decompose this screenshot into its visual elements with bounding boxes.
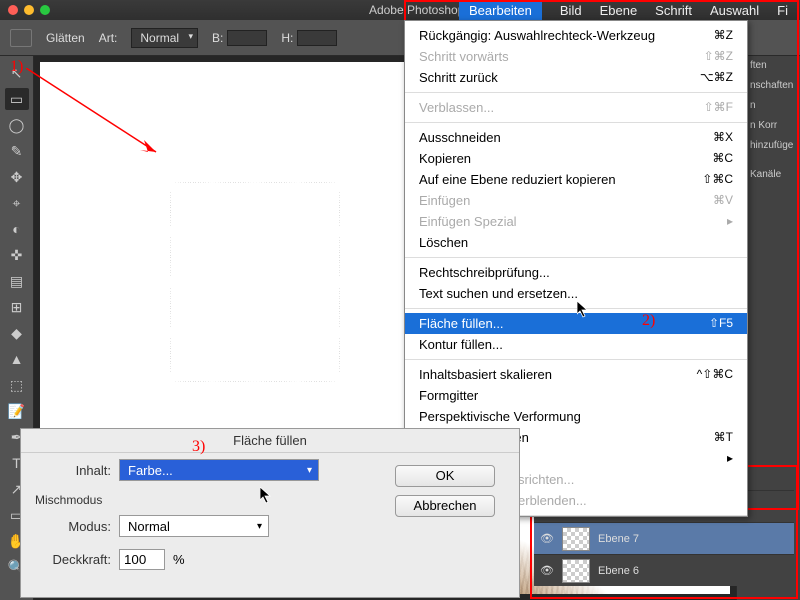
minimize-icon[interactable] <box>24 5 34 15</box>
opt-glatten[interactable]: Glätten <box>46 31 85 45</box>
tool-7[interactable]: ✜ <box>5 244 29 266</box>
menubar: Bearbeiten Bild Ebene Schrift Auswahl Fi <box>447 0 800 20</box>
inhalt-label: Inhalt: <box>31 463 111 478</box>
layer-thumb <box>562 527 590 551</box>
menu-item[interactable]: Kontur füllen... <box>405 334 747 355</box>
layer-row[interactable]: 👁 Ebene 6 <box>534 554 794 586</box>
modus-label: Modus: <box>31 519 111 534</box>
tool-9[interactable]: ⊞ <box>5 296 29 318</box>
tool-10[interactable]: ◆ <box>5 322 29 344</box>
menu-item[interactable]: Ausschneiden⌘X <box>405 127 747 148</box>
menu-item: Einfügen Spezial▸ <box>405 211 747 232</box>
tool-13[interactable]: 📝 <box>5 400 29 422</box>
panel-tab[interactable]: n Korr <box>748 116 800 135</box>
tool-1[interactable]: ▭ <box>5 88 29 110</box>
tool-8[interactable]: ▤ <box>5 270 29 292</box>
menu-item[interactable]: Auf eine Ebene reduziert kopieren⇧⌘C <box>405 169 747 190</box>
tool-4[interactable]: ✥ <box>5 166 29 188</box>
tool-11[interactable]: ▲ <box>5 348 29 370</box>
visibility-icon[interactable]: 👁 <box>540 532 554 545</box>
menu-item[interactable]: Rechtschreibprüfung... <box>405 262 747 283</box>
panel-tab[interactable]: ften <box>748 56 800 75</box>
close-icon[interactable] <box>8 5 18 15</box>
right-panel-tabs: ftennschaftennn Korrhinzufüge Kanäle <box>748 56 800 185</box>
menu-ebene[interactable]: Ebene <box>600 3 638 18</box>
layer-row[interactable]: 👁 Ebene 7 <box>534 522 794 554</box>
cursor-icon <box>260 487 274 505</box>
ok-button[interactable]: OK <box>395 465 495 487</box>
panel-tab[interactable] <box>748 156 800 164</box>
layer-name: Ebene 6 <box>598 565 639 577</box>
deckkraft-input[interactable] <box>119 549 165 570</box>
opt-h-input[interactable] <box>297 30 337 46</box>
modus-select[interactable]: Normal <box>119 515 269 537</box>
tool-5[interactable]: ⌖ <box>5 192 29 214</box>
cancel-button[interactable]: Abbrechen <box>395 495 495 517</box>
opt-art-label: Art: <box>99 31 118 45</box>
menu-schrift[interactable]: Schrift <box>655 3 692 18</box>
annotation-2: 2) <box>642 312 655 330</box>
layer-thumb <box>562 559 590 583</box>
menu-bearbeiten[interactable]: Bearbeiten <box>459 1 542 20</box>
menu-bild[interactable]: Bild <box>560 3 582 18</box>
menu-item[interactable]: Kopieren⌘C <box>405 148 747 169</box>
opt-b-label: B: <box>212 31 223 45</box>
zoom-icon[interactable] <box>40 5 50 15</box>
panel-tab[interactable]: hinzufüge <box>748 136 800 155</box>
menu-item[interactable]: Rückgängig: Auswahlrechteck-Werkzeug⌘Z <box>405 25 747 46</box>
menu-item: Verblassen...⇧⌘F <box>405 97 747 118</box>
opt-h-label: H: <box>281 31 293 45</box>
annotation-arrow-1 <box>26 68 166 158</box>
dialog-title: Fläche füllen <box>21 429 519 453</box>
deckkraft-label: Deckkraft: <box>31 552 111 567</box>
annotation-1: 1) <box>10 58 23 76</box>
annotation-3: 3) <box>192 438 205 456</box>
menu-item[interactable]: Perspektivische Verformung <box>405 406 747 427</box>
menu-item[interactable]: Inhaltsbasiert skalieren^⇧⌘C <box>405 364 747 385</box>
tool-12[interactable]: ⬚ <box>5 374 29 396</box>
panel-tab[interactable]: n <box>748 96 800 115</box>
layer-name: Ebene 7 <box>598 533 639 545</box>
tool-3[interactable]: ✎ <box>5 140 29 162</box>
window-controls[interactable] <box>8 5 50 15</box>
tool-preset-icon[interactable] <box>10 29 32 47</box>
menu-item[interactable]: Formgitter <box>405 385 747 406</box>
menu-item[interactable]: Löschen <box>405 232 747 253</box>
tool-2[interactable]: ◯ <box>5 114 29 136</box>
menu-item[interactable]: Schritt zurück⌥⌘Z <box>405 67 747 88</box>
visibility-icon[interactable]: 👁 <box>540 564 554 577</box>
menu-item: Einfügen⌘V <box>405 190 747 211</box>
menu-item[interactable]: Text suchen und ersetzen... <box>405 283 747 304</box>
menu-auswahl[interactable]: Auswahl <box>710 3 759 18</box>
pct-label: % <box>173 552 185 567</box>
tool-6[interactable]: ◐ <box>5 218 29 240</box>
opt-art-select[interactable]: Normal <box>131 28 198 48</box>
menu-item[interactable]: Fläche füllen...⇧F5 <box>405 313 747 334</box>
menu-fi[interactable]: Fi <box>777 3 788 18</box>
menu-item: Schritt vorwärts⇧⌘Z <box>405 46 747 67</box>
inhalt-select[interactable]: Farbe... <box>119 459 319 481</box>
marquee-selection[interactable] <box>170 182 340 382</box>
cursor-icon <box>577 301 591 319</box>
panel-tab[interactable]: Kanäle <box>748 165 800 184</box>
opt-b-input[interactable] <box>227 30 267 46</box>
panel-tab[interactable]: nschaften <box>748 76 800 95</box>
fill-dialog: Fläche füllen Inhalt: Farbe... OK Abbrec… <box>20 428 520 598</box>
